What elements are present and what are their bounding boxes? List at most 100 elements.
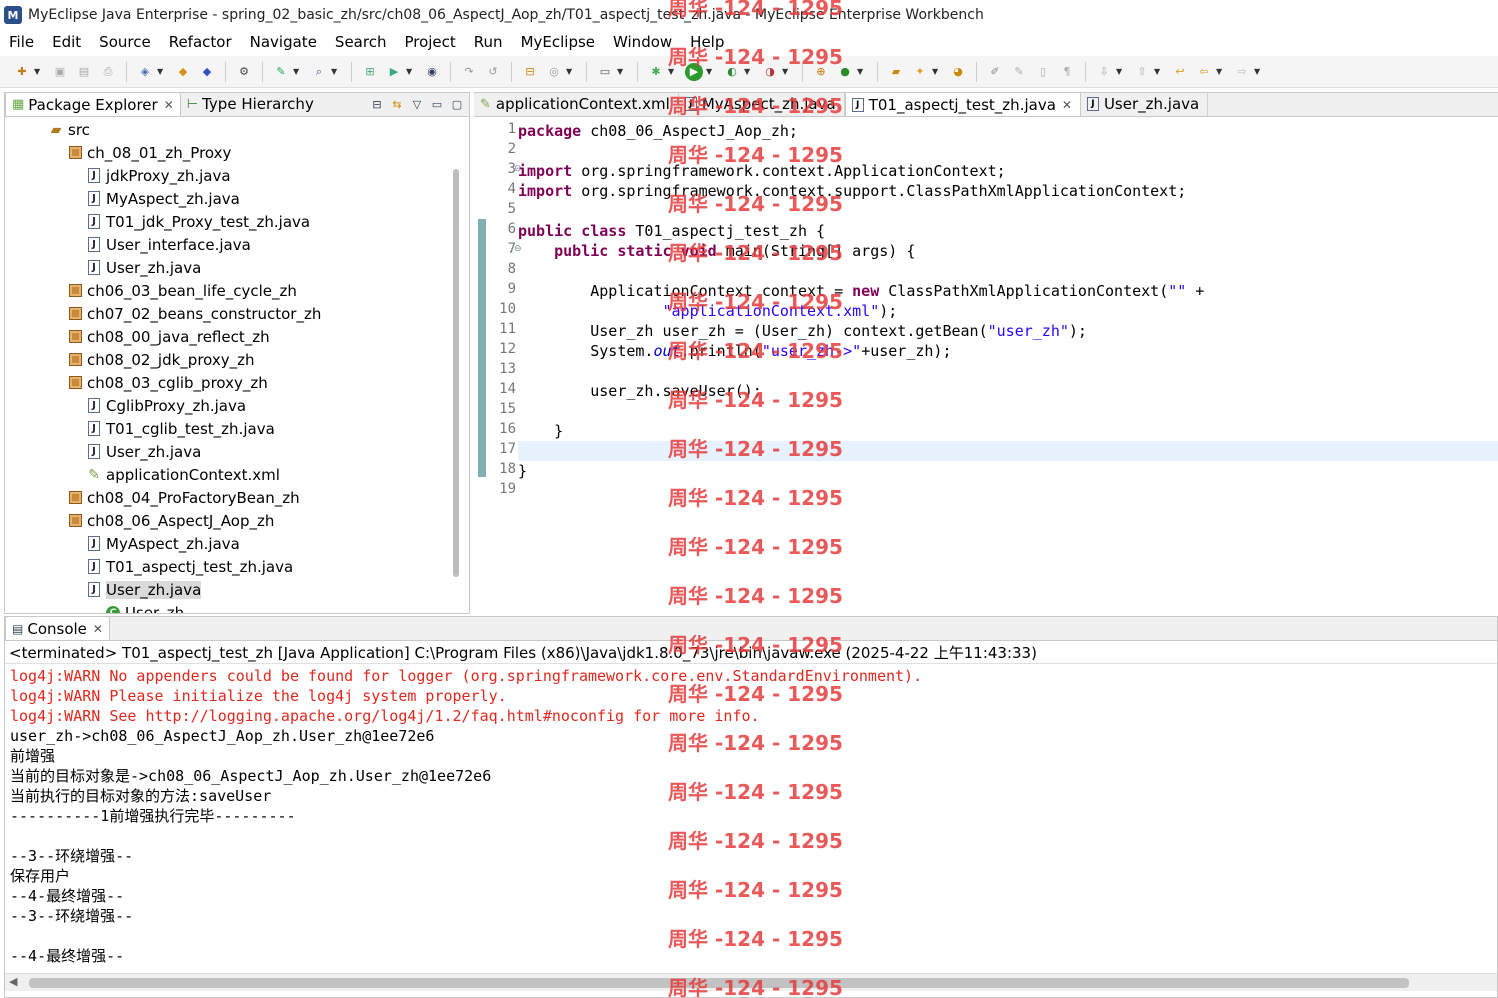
coverage-icon[interactable]: ◐ xyxy=(723,63,741,81)
tree-item[interactable]: J T01_aspectj_test_zh.java xyxy=(86,555,293,578)
tree-item[interactable]: J MyAspect_zh.java xyxy=(86,187,240,210)
close-icon[interactable]: ✕ xyxy=(1062,98,1072,112)
console-output[interactable]: log4j:WARN No appenders could be found f… xyxy=(5,663,1497,963)
new-class-icon[interactable]: ● xyxy=(836,63,854,81)
last-edit-icon[interactable]: ↩ xyxy=(1171,63,1189,81)
open-folder-icon[interactable]: ▰ xyxy=(887,63,905,81)
minimize-icon[interactable]: ▭ xyxy=(429,96,445,112)
snippet-icon[interactable]: ⊟ xyxy=(521,63,539,81)
forward-icon[interactable]: ⇨ xyxy=(1233,63,1251,81)
task-icon[interactable]: ✦ xyxy=(911,63,929,81)
tree-item[interactable]: ▰ src xyxy=(48,118,90,141)
back-icon[interactable]: ⇦ xyxy=(1195,63,1213,81)
open-type-icon[interactable]: ◆ xyxy=(174,63,192,81)
new-icon[interactable]: ✚ xyxy=(13,63,31,81)
hierarchy-icon[interactable]: ⊞ xyxy=(361,63,379,81)
camera-dropdown-icon[interactable]: ▼ xyxy=(617,63,625,81)
tree-item[interactable]: J T01_cglib_test_zh.java xyxy=(86,417,275,440)
new-project-icon[interactable]: ◈ xyxy=(136,63,154,81)
new-project-dropdown-icon[interactable]: ▼ xyxy=(157,63,165,81)
tree-item[interactable]: J User_zh.java xyxy=(86,256,201,279)
menu-refactor[interactable]: Refactor xyxy=(160,33,241,51)
menu-edit[interactable]: Edit xyxy=(43,33,90,51)
editor-tab[interactable]: J T01_aspectj_test_zh.java ✕ xyxy=(844,93,1081,116)
scrollbar-thumb[interactable] xyxy=(29,978,1409,988)
run-server-icon[interactable]: ▶ xyxy=(385,63,403,81)
run-icon[interactable]: ▶ xyxy=(685,62,703,81)
new-package-icon[interactable]: ⊕ xyxy=(812,63,830,81)
tree-item[interactable]: ch08_06_AspectJ_Aop_zh xyxy=(67,509,274,532)
menu-run[interactable]: Run xyxy=(465,33,512,51)
external-tools-dropdown-icon[interactable]: ▼ xyxy=(782,63,790,81)
menu-help[interactable]: Help xyxy=(681,33,733,51)
new-dropdown-icon[interactable]: ▼ xyxy=(34,63,42,81)
tree-scrollbar[interactable] xyxy=(453,169,459,577)
annotation-icon[interactable]: ◕ xyxy=(949,63,967,81)
menu-file[interactable]: File xyxy=(0,33,43,51)
close-icon[interactable]: ✕ xyxy=(164,98,174,112)
code-area[interactable]: 1 2 3 4 5 6 7 8 9 10 11 12 13 14 15 16 17 18 19 ⊖ ⊖ package … xyxy=(474,117,1498,614)
search-dropdown-icon[interactable]: ▼ xyxy=(331,63,339,81)
search-icon[interactable]: ⌕ xyxy=(310,63,328,81)
debug-icon[interactable]: ✱ xyxy=(647,63,665,81)
tree-item[interactable]: J MyAspect_zh.java xyxy=(86,532,240,555)
tree-item[interactable]: ch07_02_beans_constructor_zh xyxy=(67,302,321,325)
tree-item[interactable]: ch08_03_cglib_proxy_zh xyxy=(67,371,268,394)
show-whitespace-icon[interactable]: ¶ xyxy=(1058,63,1076,81)
prev-annotation-dropdown-icon[interactable]: ▼ xyxy=(1154,63,1162,81)
back-dropdown-icon[interactable]: ▼ xyxy=(1216,63,1224,81)
coverage-dropdown-icon[interactable]: ▼ xyxy=(744,63,752,81)
collapse-all-icon[interactable]: ⊟ xyxy=(369,96,385,112)
scroll-left-icon[interactable]: ◀ xyxy=(9,975,17,988)
tree-item[interactable]: J User_zh.java xyxy=(86,578,202,601)
tree-item[interactable]: J CglibProxy_zh.java xyxy=(86,394,246,417)
menu-project[interactable]: Project xyxy=(395,33,464,51)
editor-tab[interactable]: J MyAspect_zh.java xyxy=(679,93,845,116)
print-icon[interactable]: ⎙ xyxy=(99,63,117,81)
server-icon[interactable]: ⚙ xyxy=(235,63,253,81)
forward-dropdown-icon[interactable]: ▼ xyxy=(1254,63,1262,81)
link-with-editor-icon[interactable]: ⇆ xyxy=(389,96,405,112)
maximize-icon[interactable]: ▢ xyxy=(449,96,465,112)
run-server-dropdown-icon[interactable]: ▼ xyxy=(406,63,414,81)
tree-item[interactable]: ✎ applicationContext.xml xyxy=(86,463,280,486)
web-dropdown-icon[interactable]: ▼ xyxy=(566,63,574,81)
tree-item[interactable]: ch06_03_bean_life_cycle_zh xyxy=(67,279,297,302)
external-tools-icon[interactable]: ◑ xyxy=(761,63,779,81)
menu-search[interactable]: Search xyxy=(326,33,396,51)
deploy-dropdown-icon[interactable]: ▼ xyxy=(293,63,301,81)
tree-item[interactable]: ch08_04_ProFactoryBean_zh xyxy=(67,486,300,509)
tree-item[interactable]: ch08_02_jdk_proxy_zh xyxy=(67,348,255,371)
tree-item[interactable]: JjdkProxy_zh.java xyxy=(86,164,231,187)
save-icon[interactable]: ▣ xyxy=(51,63,69,81)
tree-item[interactable]: J T01_jdk_Proxy_test_zh.java xyxy=(86,210,310,233)
next-annotation-dropdown-icon[interactable]: ▼ xyxy=(1116,63,1124,81)
tab-package-explorer[interactable]: ▦ Package Explorer ✕ xyxy=(5,93,181,116)
tree-item[interactable]: C User_zh xyxy=(105,601,184,613)
skip-icon[interactable]: ↷ xyxy=(460,63,478,81)
tree-item[interactable]: J User_interface.java xyxy=(86,233,251,256)
tree-item[interactable]: J User_zh.java xyxy=(86,440,201,463)
web-icon[interactable]: ◎ xyxy=(545,63,563,81)
pen-icon[interactable]: ✎ xyxy=(1010,63,1028,81)
close-icon[interactable]: ✕ xyxy=(93,622,103,636)
deploy-icon[interactable]: ✎ xyxy=(272,63,290,81)
new-class-dropdown-icon[interactable]: ▼ xyxy=(857,63,865,81)
open-resource-icon[interactable]: ◆ xyxy=(198,63,216,81)
browser-icon[interactable]: ◉ xyxy=(423,63,441,81)
tab-console[interactable]: ▤ Console ✕ xyxy=(5,617,110,640)
menu-navigate[interactable]: Navigate xyxy=(241,33,326,51)
toggle-mark-icon[interactable]: ✐ xyxy=(986,63,1004,81)
next-annotation-icon[interactable]: ⇩ xyxy=(1095,63,1113,81)
menu-source[interactable]: Source xyxy=(90,33,160,51)
editor-tab[interactable]: ✎ applicationContext.xml xyxy=(474,93,679,116)
console-horizontal-scrollbar[interactable]: ◀ xyxy=(5,973,1497,991)
view-menu-icon[interactable]: ▽ xyxy=(409,96,425,112)
menu-myeclipse[interactable]: MyEclipse xyxy=(512,33,604,51)
menu-window[interactable]: Window xyxy=(604,33,681,51)
tree-item[interactable]: ch_08_01_zh_Proxy xyxy=(67,141,231,164)
step-icon[interactable]: ↺ xyxy=(484,63,502,81)
tab-type-hierarchy[interactable]: ⊢ Type Hierarchy xyxy=(181,93,320,116)
prev-annotation-icon[interactable]: ⇧ xyxy=(1133,63,1151,81)
run-dropdown-icon[interactable]: ▼ xyxy=(706,63,714,81)
